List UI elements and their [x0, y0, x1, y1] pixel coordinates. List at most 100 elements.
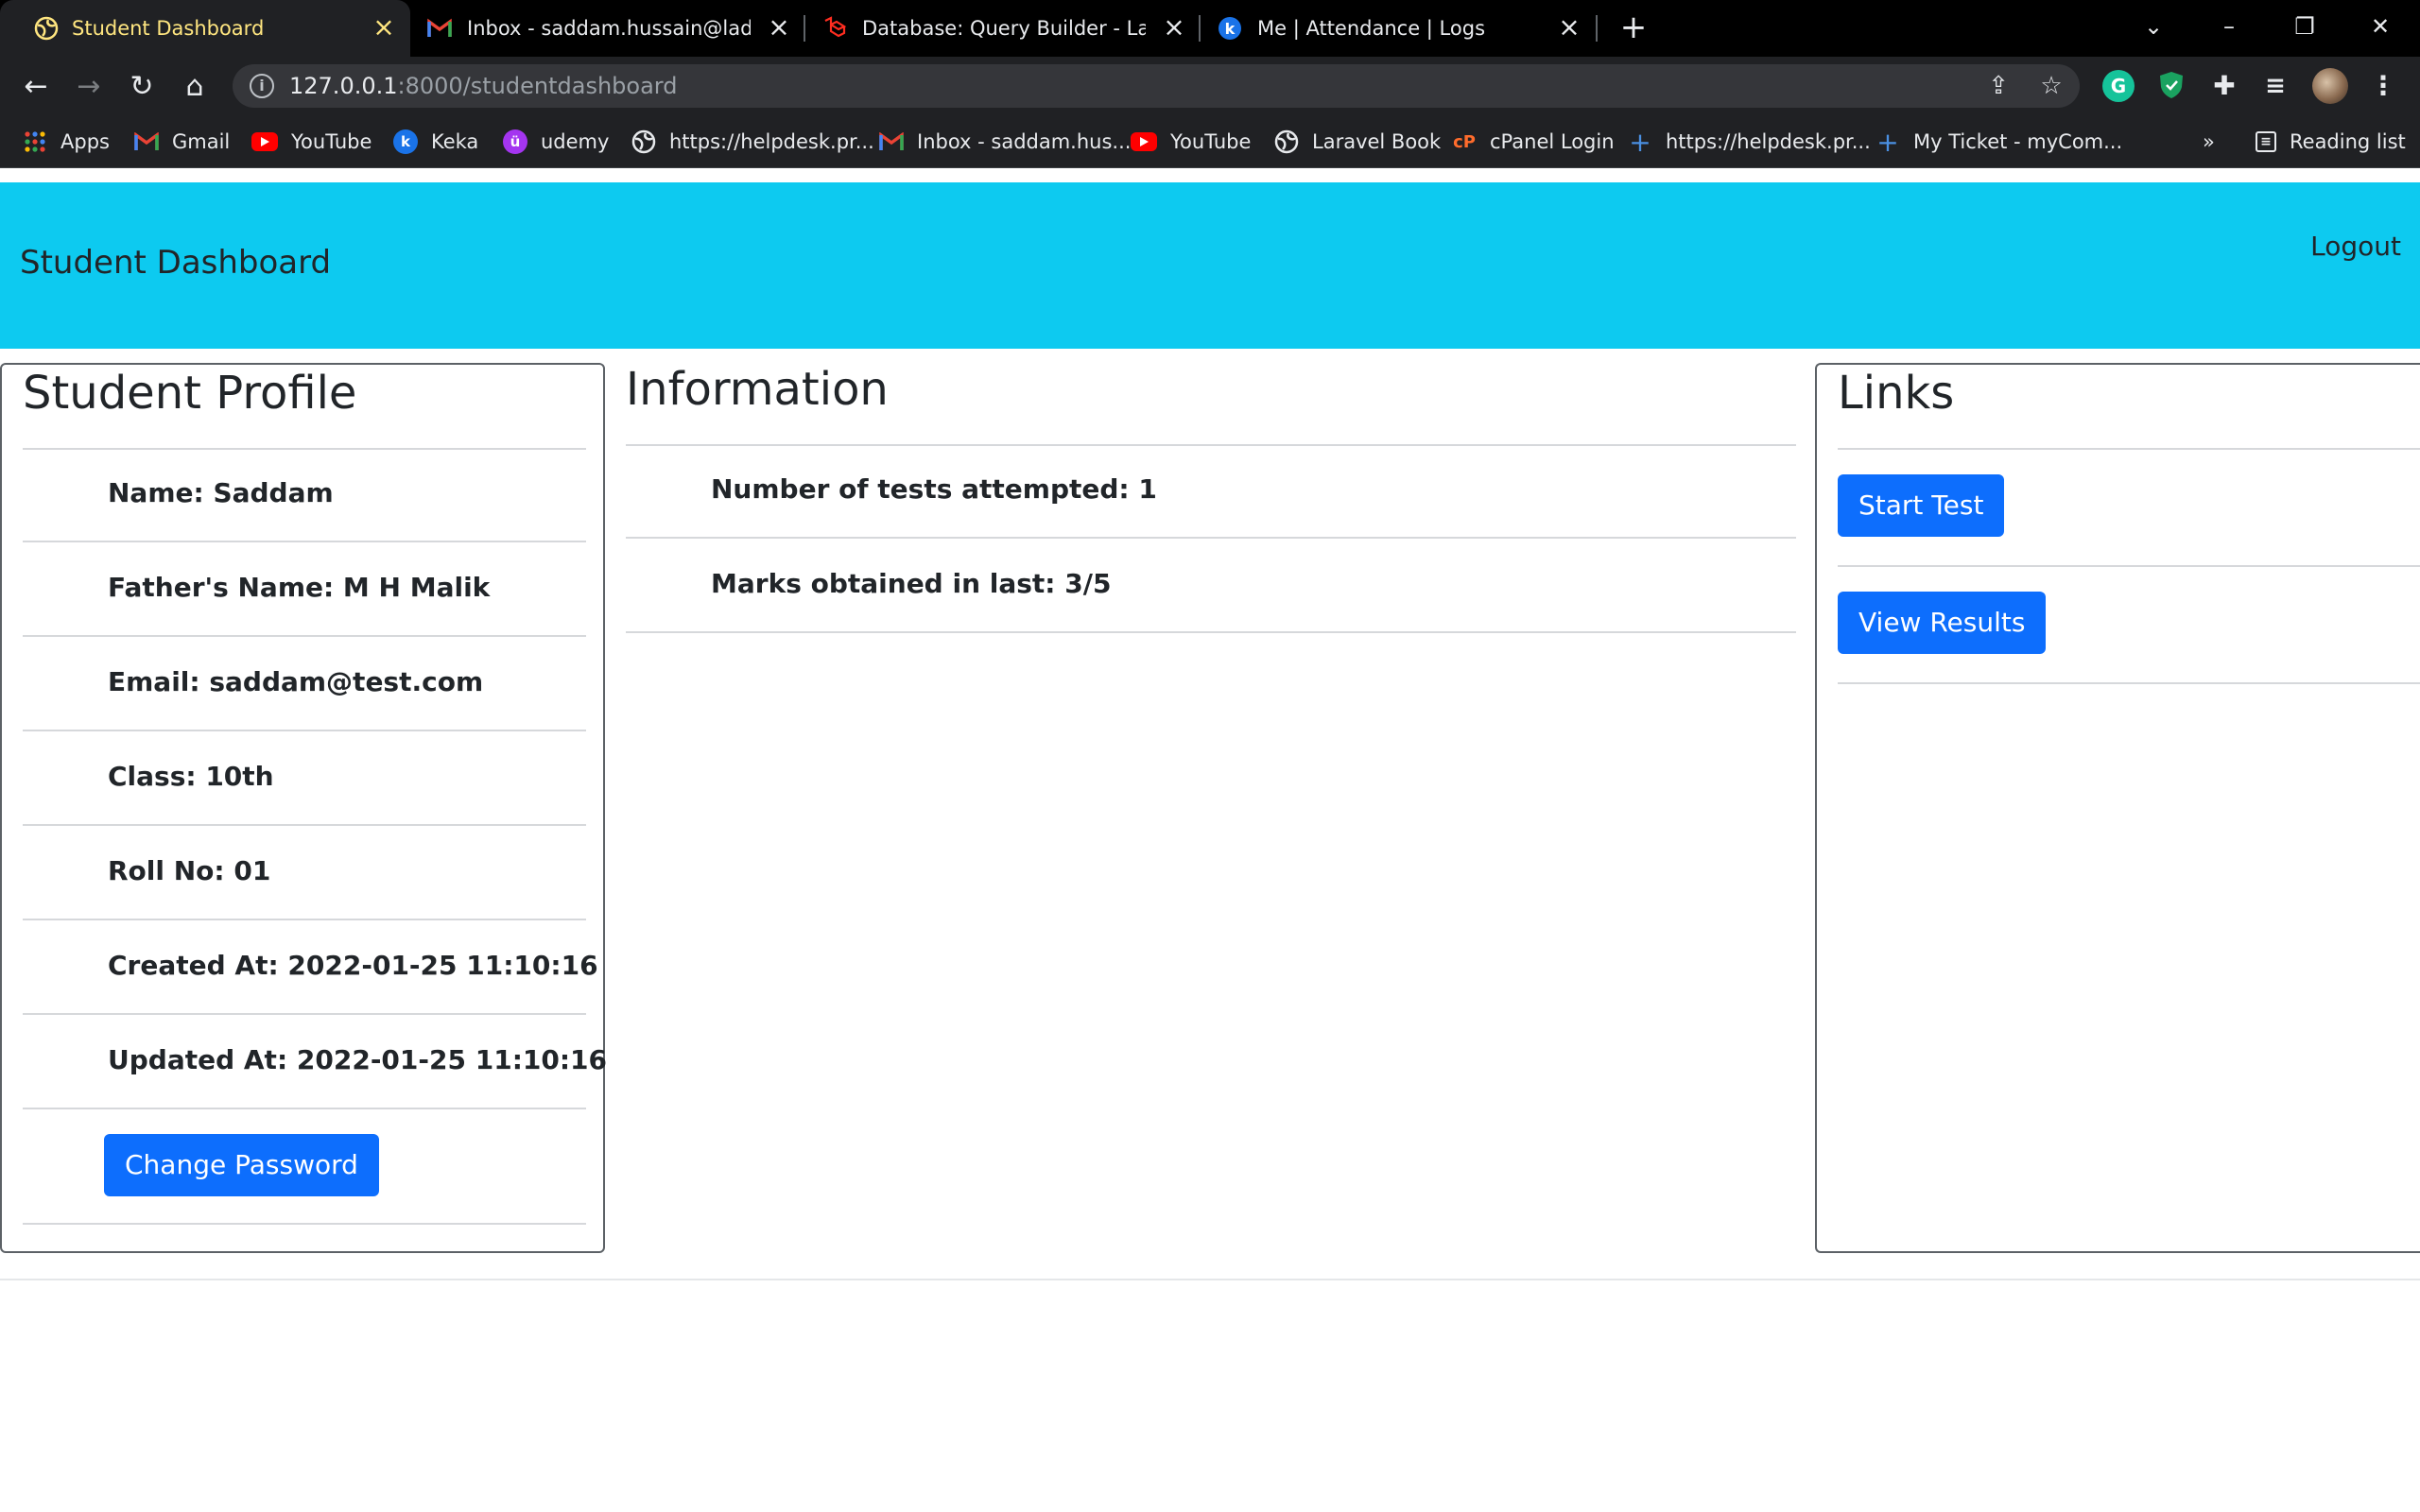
- profile-heading: Student Profile: [23, 367, 357, 420]
- bookmark-label: My Ticket - myCom...: [1913, 130, 2123, 153]
- new-tab-button[interactable]: +: [1616, 11, 1651, 45]
- divider: [23, 635, 586, 637]
- divider: [23, 919, 586, 920]
- bookmark-helpdesk[interactable]: https://helpdesk.pr...: [631, 127, 874, 157]
- close-icon[interactable]: ×: [369, 13, 399, 43]
- divider: [23, 1223, 586, 1225]
- bookmark-label: Inbox - saddam.hus...: [917, 130, 1132, 153]
- globe-icon: [34, 16, 59, 41]
- bookmark-apps[interactable]: Apps: [23, 127, 110, 157]
- plus-icon: +: [1629, 126, 1651, 158]
- tab-title: Student Dashboard: [72, 17, 265, 40]
- profile-father-name: Father's Name: M H Malik: [108, 572, 491, 603]
- tab-separator: [1199, 15, 1201, 42]
- divider: [23, 448, 586, 450]
- bookmark-label: YouTube: [291, 130, 372, 153]
- gmail-icon: [427, 16, 452, 41]
- student-profile-panel: Student Profile Name: Saddam Father's Na…: [0, 363, 608, 1253]
- media-queue-icon[interactable]: ≡: [2259, 70, 2291, 102]
- tab-title: Database: Query Builder - Laravel: [862, 17, 1146, 40]
- browser-tab-strip: Student Dashboard × Inbox - saddam.hussa…: [0, 0, 2420, 57]
- links-heading: Links: [1838, 367, 1955, 420]
- bookmark-helpdesk-2[interactable]: + https://helpdesk.pr...: [1628, 126, 1871, 158]
- divider: [1838, 682, 2420, 684]
- marks-obtained: Marks obtained in last: 3/5: [711, 568, 1112, 599]
- bookmark-udemy[interactable]: ü udemy: [503, 127, 609, 157]
- share-icon[interactable]: ⇪: [1983, 71, 2014, 101]
- close-icon[interactable]: ×: [1554, 13, 1584, 43]
- gmail-icon: [134, 129, 159, 154]
- close-icon[interactable]: ×: [764, 13, 794, 43]
- laravel-icon: [822, 16, 847, 41]
- tab-title: Me | Attendance | Logs: [1257, 17, 1486, 40]
- reading-list-icon: ≡: [2256, 131, 2276, 152]
- plus-icon: +: [1876, 126, 1899, 158]
- bookmarks-bar: Apps Gmail YouTube k Keka ü udemy https:…: [0, 115, 2420, 168]
- view-results-button[interactable]: View Results: [1838, 592, 2047, 654]
- navbar-brand[interactable]: Student Dashboard: [20, 243, 331, 283]
- extensions-puzzle-icon[interactable]: ✚: [2208, 70, 2240, 102]
- information-panel: Information Number of tests attempted: 1…: [624, 363, 1798, 646]
- globe-icon: [1274, 129, 1299, 154]
- tab-search-icon[interactable]: ⌄: [2131, 8, 2176, 45]
- keka-icon: k: [393, 129, 418, 154]
- tab-inbox[interactable]: Inbox - saddam.hussain@ladybird ×: [414, 0, 807, 57]
- browser-menu-icon[interactable]: ⋮: [2367, 70, 2399, 102]
- start-test-button[interactable]: Start Test: [1838, 474, 2005, 537]
- back-icon[interactable]: ←: [17, 68, 55, 106]
- bookmark-label: cPanel Login: [1490, 130, 1615, 153]
- links-panel: Links Start Test View Results: [1815, 363, 2420, 1253]
- tab-separator: [1596, 15, 1598, 42]
- home-icon[interactable]: ⌂: [176, 68, 214, 106]
- cpanel-icon: cP: [1453, 131, 1476, 152]
- profile-updated-at: Updated At: 2022-01-25 11:10:16: [108, 1044, 608, 1075]
- bookmark-youtube[interactable]: YouTube: [251, 127, 372, 157]
- change-password-button[interactable]: Change Password: [104, 1134, 379, 1196]
- bookmark-star-icon[interactable]: ☆: [2036, 71, 2066, 101]
- bookmark-keka[interactable]: k Keka: [393, 127, 478, 157]
- bookmark-label: Apps: [60, 130, 110, 153]
- tab-title: Inbox - saddam.hussain@ladybird: [467, 17, 751, 40]
- divider: [626, 444, 1796, 446]
- avatar[interactable]: [2312, 68, 2348, 104]
- divider: [626, 631, 1796, 633]
- divider: [23, 541, 586, 542]
- reload-icon[interactable]: ↻: [123, 68, 161, 106]
- more-bookmarks-label: »: [2203, 130, 2215, 153]
- divider: [626, 537, 1796, 539]
- profile-created-at: Created At: 2022-01-25 11:10:16: [108, 950, 598, 981]
- youtube-icon: [1131, 132, 1157, 151]
- more-bookmarks-button[interactable]: »: [2203, 127, 2215, 157]
- tab-attendance[interactable]: k Me | Attendance | Logs ×: [1204, 0, 1601, 57]
- bookmark-laravel-book[interactable]: Laravel Book: [1274, 127, 1441, 157]
- reading-list-label: Reading list: [2290, 130, 2406, 153]
- divider: [23, 730, 586, 731]
- close-icon[interactable]: ×: [1159, 13, 1189, 43]
- bookmark-inbox[interactable]: Inbox - saddam.hus...: [879, 127, 1131, 157]
- svg-text:k: k: [1225, 20, 1236, 38]
- bookmark-cpanel[interactable]: cP cPanel Login: [1452, 127, 1615, 157]
- bookmark-my-ticket[interactable]: + My Ticket - myCom...: [1876, 126, 2123, 158]
- shield-icon[interactable]: [2155, 70, 2187, 102]
- grammarly-icon[interactable]: G: [2102, 70, 2135, 102]
- minimize-icon[interactable]: –: [2206, 8, 2252, 45]
- restore-icon[interactable]: ❐: [2282, 8, 2327, 45]
- window-close-icon[interactable]: ✕: [2358, 8, 2403, 45]
- logout-link[interactable]: Logout: [2310, 230, 2401, 264]
- profile-email: Email: saddam@test.com: [108, 666, 484, 697]
- bookmark-youtube-2[interactable]: YouTube: [1131, 127, 1251, 157]
- divider: [23, 1108, 586, 1109]
- tab-laravel-docs[interactable]: Database: Query Builder - Laravel ×: [809, 0, 1202, 57]
- address-bar[interactable]: i 127.0.0.1:8000/studentdashboard ⇪ ☆: [233, 64, 2080, 108]
- keka-icon: k: [1218, 16, 1242, 41]
- globe-icon: [631, 129, 656, 154]
- tab-student-dashboard[interactable]: Student Dashboard ×: [0, 0, 410, 57]
- site-info-icon[interactable]: i: [250, 74, 274, 98]
- profile-roll-no: Roll No: 01: [108, 855, 271, 886]
- bookmark-label: https://helpdesk.pr...: [669, 130, 874, 153]
- reading-list-button[interactable]: ≡ Reading list: [2256, 127, 2406, 157]
- forward-icon[interactable]: →: [70, 68, 108, 106]
- bookmark-gmail[interactable]: Gmail: [134, 127, 230, 157]
- footer-divider: [0, 1279, 2420, 1280]
- navbar: Student Dashboard Logout: [0, 182, 2420, 349]
